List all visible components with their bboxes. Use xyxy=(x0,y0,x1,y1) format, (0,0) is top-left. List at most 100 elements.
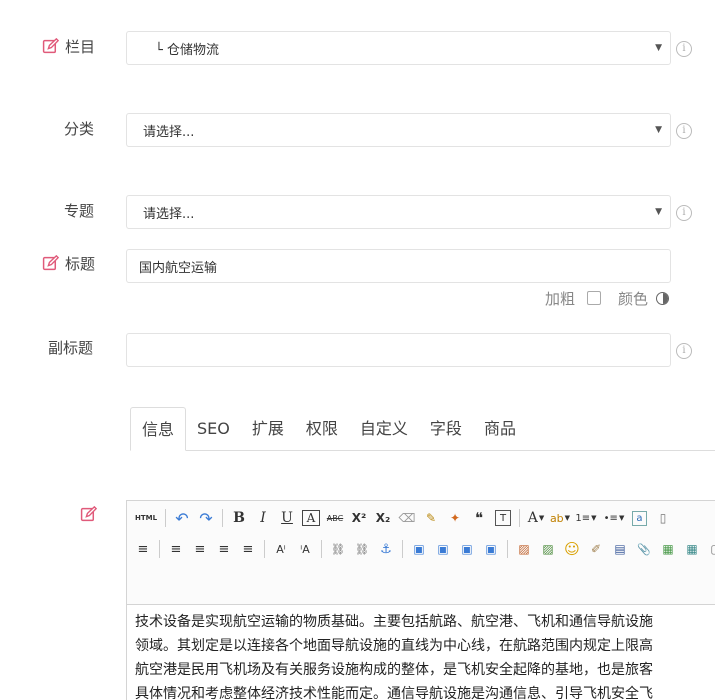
format-brush-icon[interactable]: ✎ xyxy=(419,507,443,529)
toolbar-separator xyxy=(222,509,223,527)
subtitle-label: 副标题 xyxy=(48,339,94,357)
strikethrough-icon[interactable]: ABC xyxy=(323,507,347,529)
highlight-color-icon[interactable]: ab ▼ xyxy=(548,507,572,529)
image-left-icon[interactable]: ▣ xyxy=(431,538,455,560)
scrawl-icon[interactable]: ✐ xyxy=(584,538,608,560)
topic-select[interactable]: 请选择... ▼ xyxy=(126,195,671,229)
info-icon[interactable]: i xyxy=(676,343,692,359)
color-picker-icon[interactable] xyxy=(656,292,669,305)
gmap-icon[interactable]: ▦ xyxy=(680,538,704,560)
bold-checkbox[interactable] xyxy=(587,291,601,305)
toolbar-separator xyxy=(321,540,322,558)
tab-info[interactable]: 信息 xyxy=(130,407,187,451)
tab-custom[interactable]: 自定义 xyxy=(349,407,419,451)
edit-icon xyxy=(42,254,60,272)
chevron-down-icon: ▼ xyxy=(655,125,662,135)
clear-doc-icon[interactable]: ▯ xyxy=(651,507,675,529)
text-direction-ltr-icon[interactable]: Aⁱ xyxy=(269,538,293,560)
eraser-icon[interactable]: ⌫ xyxy=(395,507,419,529)
italic-icon[interactable]: I xyxy=(251,507,275,529)
info-icon[interactable]: i xyxy=(676,41,692,57)
subscript-icon[interactable]: X₂ xyxy=(371,507,395,529)
editor-content-line: 具体情况和考虑整体经济技术性能而定。通信导航设施是沟通信息、引导飞机安全飞 xyxy=(135,686,653,700)
align-left-icon[interactable]: ≡ xyxy=(164,538,188,560)
tab-fields[interactable]: 字段 xyxy=(419,407,473,451)
column-select[interactable]: └ 仓储物流 ▼ xyxy=(126,31,671,65)
map-icon[interactable]: ▦ xyxy=(656,538,680,560)
simple-upload-icon[interactable]: ▨ xyxy=(512,538,536,560)
edit-icon xyxy=(42,37,60,55)
chevron-down-icon: ▼ xyxy=(655,43,662,53)
rich-text-editor: HTML ↶ ↷ B I U A ABC X² X₂ ⌫ ✎ ✦ ❝ T A ▼ … xyxy=(126,500,715,700)
text-direction-rtl-icon[interactable]: ⁱA xyxy=(293,538,317,560)
column-label: 栏目 xyxy=(42,36,95,57)
editor-content-line: 技术设备是实现航空运输的物质基础。主要包括航路、航空港、飞机和通信导航设施 xyxy=(135,614,653,630)
info-icon[interactable]: i xyxy=(676,123,692,139)
toolbar-separator xyxy=(159,540,160,558)
topic-select-value: 请选择... xyxy=(143,206,195,222)
topic-label: 专题 xyxy=(64,202,95,220)
bold-label: 加粗 xyxy=(545,290,576,308)
tab-permission[interactable]: 权限 xyxy=(295,407,349,451)
chevron-down-icon: ▼ xyxy=(591,514,597,522)
row-spacing-icon[interactable]: ≡ xyxy=(131,538,155,560)
underline-icon[interactable]: U xyxy=(275,507,299,529)
edit-icon xyxy=(80,505,98,523)
emotion-icon[interactable]: ☺ xyxy=(560,538,584,560)
category-label: 分类 xyxy=(64,120,95,138)
toolbar-separator xyxy=(264,540,265,558)
toolbar-row-1: HTML ↶ ↷ B I U A ABC X² X₂ ⌫ ✎ ✦ ❝ T A ▼ … xyxy=(131,507,675,529)
font-color-icon[interactable]: A ▼ xyxy=(524,507,548,529)
insert-image-icon[interactable]: ▨ xyxy=(536,538,560,560)
superscript-icon[interactable]: X² xyxy=(347,507,371,529)
toolbar-separator xyxy=(402,540,403,558)
toolbar-separator xyxy=(507,540,508,558)
undo-icon[interactable]: ↶ xyxy=(170,507,194,529)
align-justify-icon[interactable]: ≡ xyxy=(236,538,260,560)
chevron-down-icon: ▼ xyxy=(618,514,625,522)
align-right-icon[interactable]: ≡ xyxy=(212,538,236,560)
anchor-icon[interactable]: ⚓ xyxy=(374,538,398,560)
column-select-value: └ 仓储物流 xyxy=(155,42,219,58)
tab-extend[interactable]: 扩展 xyxy=(241,407,295,451)
editor-content-line: 航空港是民用飞机场及有关服务设施构成的整体，是飞机安全起降的基地，也是旅客 xyxy=(135,662,653,678)
image-none-icon[interactable]: ▣ xyxy=(407,538,431,560)
image-center-icon[interactable]: ▣ xyxy=(479,538,503,560)
editor-toolbar: HTML ↶ ↷ B I U A ABC X² X₂ ⌫ ✎ ✦ ❝ T A ▼ … xyxy=(127,501,715,605)
editor-content-line: 领域。其划定是以连接各个地面导航设施的直线为中心线，在航路范围内规定上限高 xyxy=(135,638,653,654)
toolbar-separator xyxy=(165,509,166,527)
unordered-list-icon[interactable]: •≡ ▼ xyxy=(600,507,628,529)
tab-product[interactable]: 商品 xyxy=(473,407,527,451)
align-center-icon[interactable]: ≡ xyxy=(188,538,212,560)
ordered-list-icon[interactable]: 1≡ ▼ xyxy=(572,507,600,529)
image-right-icon[interactable]: ▣ xyxy=(455,538,479,560)
title-input[interactable]: 国内航空运输 xyxy=(126,249,671,283)
chevron-down-icon: ▼ xyxy=(538,514,545,522)
paste-plain-icon[interactable]: T xyxy=(495,510,511,526)
font-border-icon[interactable]: A xyxy=(299,507,323,529)
info-icon[interactable]: i xyxy=(676,205,692,221)
select-all-icon[interactable]: a xyxy=(632,510,647,526)
auto-format-icon[interactable]: ✦ xyxy=(443,507,467,529)
attachment-icon[interactable]: 📎 xyxy=(632,538,656,560)
bold-icon[interactable]: B xyxy=(227,507,251,529)
frame-icon[interactable]: ▢ xyxy=(704,538,715,560)
toolbar-separator xyxy=(519,509,520,527)
color-label: 颜色 xyxy=(618,290,649,308)
tab-seo[interactable]: SEO xyxy=(186,407,241,451)
editor-content[interactable]: 技术设备是实现航空运输的物质基础。主要包括航路、航空港、飞机和通信导航设施 领域… xyxy=(127,605,715,700)
subtitle-input[interactable] xyxy=(126,333,671,367)
chevron-down-icon: ▼ xyxy=(655,207,662,217)
title-label: 标题 xyxy=(42,253,95,274)
blockquote-icon[interactable]: ❝ xyxy=(467,507,491,529)
toolbar-row-2: ≡ ≡ ≡ ≡ ≡ Aⁱ ⁱA ⛓ ⛓ ⚓ ▣ ▣ ▣ ▣ ▨ ▨ ☺ ✐ ▤ … xyxy=(131,538,715,560)
tab-bar: 信息 SEO 扩展 权限 自定义 字段 商品 xyxy=(130,407,527,451)
title-input-value: 国内航空运输 xyxy=(139,260,218,276)
insert-video-icon[interactable]: ▤ xyxy=(608,538,632,560)
category-select[interactable]: 请选择... ▼ xyxy=(126,113,671,147)
unlink-icon[interactable]: ⛓ xyxy=(350,538,374,560)
category-select-value: 请选择... xyxy=(143,124,195,140)
source-html-button[interactable]: HTML xyxy=(131,507,161,529)
redo-icon[interactable]: ↷ xyxy=(194,507,218,529)
link-icon[interactable]: ⛓ xyxy=(326,538,350,560)
